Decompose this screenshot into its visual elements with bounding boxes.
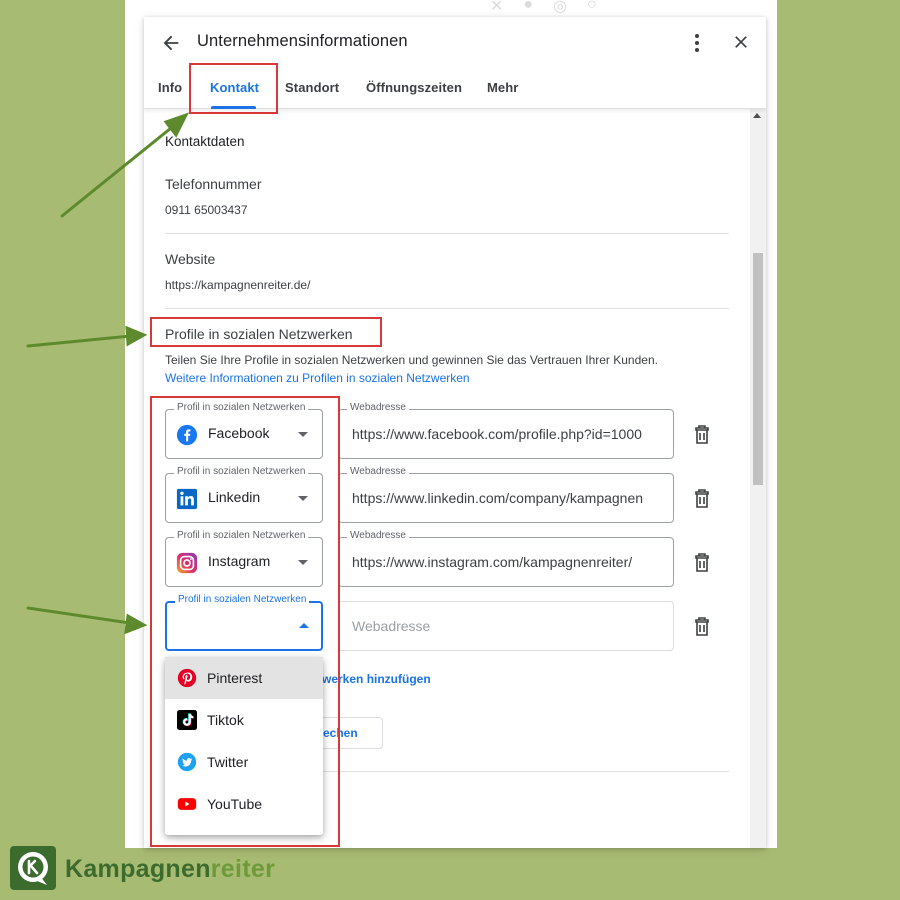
url-label: Webadresse bbox=[347, 530, 409, 541]
kampagnenreiter-logo-icon bbox=[10, 846, 56, 890]
delete-icon[interactable] bbox=[693, 425, 711, 445]
arrow-line bbox=[26, 606, 132, 625]
tab-info[interactable]: Info bbox=[158, 80, 182, 95]
brand-wordmark: Kampagnenreiter bbox=[65, 855, 275, 884]
url-placeholder: Webadresse bbox=[352, 618, 431, 634]
highlight-box-network-selects bbox=[150, 396, 340, 847]
url-value: https://www.linkedin.com/company/kampagn… bbox=[352, 490, 644, 506]
delete-icon[interactable] bbox=[693, 617, 711, 637]
close-icon[interactable] bbox=[731, 32, 751, 52]
back-arrow-icon[interactable] bbox=[160, 32, 182, 54]
phone-value: 0911 65003437 bbox=[165, 203, 248, 217]
url-label: Webadresse bbox=[347, 402, 409, 413]
phone-label: Telefonnummer bbox=[165, 176, 262, 192]
more-vert-icon[interactable] bbox=[689, 31, 705, 55]
background-toolbar: ✕ ● ◎ ○ bbox=[490, 0, 597, 16]
tab-standort[interactable]: Standort bbox=[285, 80, 339, 95]
divider bbox=[165, 308, 729, 309]
search-icon: ○ bbox=[587, 0, 597, 13]
tab-oeffnungszeiten[interactable]: Öffnungszeiten bbox=[366, 80, 462, 95]
brand-wordmark-part1: Kampagnen bbox=[65, 855, 211, 883]
url-value: https://www.instagram.com/kampagnenreite… bbox=[352, 554, 633, 570]
lens-icon: ◎ bbox=[553, 0, 568, 15]
mic-icon: ● bbox=[523, 0, 534, 13]
website-label: Website bbox=[165, 251, 216, 267]
brand-logo: Kampagnenreiter bbox=[10, 846, 310, 890]
dialog-title: Unternehmensinformationen bbox=[197, 32, 408, 50]
divider bbox=[165, 233, 729, 234]
contact-section-title: Kontaktdaten bbox=[165, 134, 245, 149]
arrow-line bbox=[26, 334, 132, 348]
highlight-box-social-title bbox=[150, 317, 382, 347]
delete-icon[interactable] bbox=[693, 489, 711, 509]
url-input-linkedin[interactable]: Webadresse https://www.linkedin.com/comp… bbox=[338, 466, 674, 523]
url-input-instagram[interactable]: Webadresse https://www.instagram.com/kam… bbox=[338, 530, 674, 587]
delete-icon[interactable] bbox=[693, 553, 711, 573]
scrollbar-thumb[interactable] bbox=[753, 253, 763, 485]
url-input-facebook[interactable]: Webadresse https://www.facebook.com/prof… bbox=[338, 402, 674, 459]
url-label: Webadresse bbox=[347, 466, 409, 477]
social-description: Teilen Sie Ihre Profile in sozialen Netz… bbox=[165, 353, 658, 367]
url-input-new[interactable]: Webadresse bbox=[338, 601, 674, 651]
brand-wordmark-part2: reiter bbox=[210, 855, 276, 883]
scroll-up-arrow[interactable] bbox=[753, 113, 761, 118]
website-value: https://kampagnenreiter.de/ bbox=[165, 278, 311, 292]
social-more-info-link[interactable]: Weitere Informationen zu Profilen in soz… bbox=[165, 371, 470, 385]
tab-mehr[interactable]: Mehr bbox=[487, 80, 518, 95]
url-value: https://www.facebook.com/profile.php?id=… bbox=[352, 426, 642, 442]
close-icon: ✕ bbox=[490, 0, 504, 15]
highlight-box-kontakt-tab bbox=[189, 63, 278, 114]
